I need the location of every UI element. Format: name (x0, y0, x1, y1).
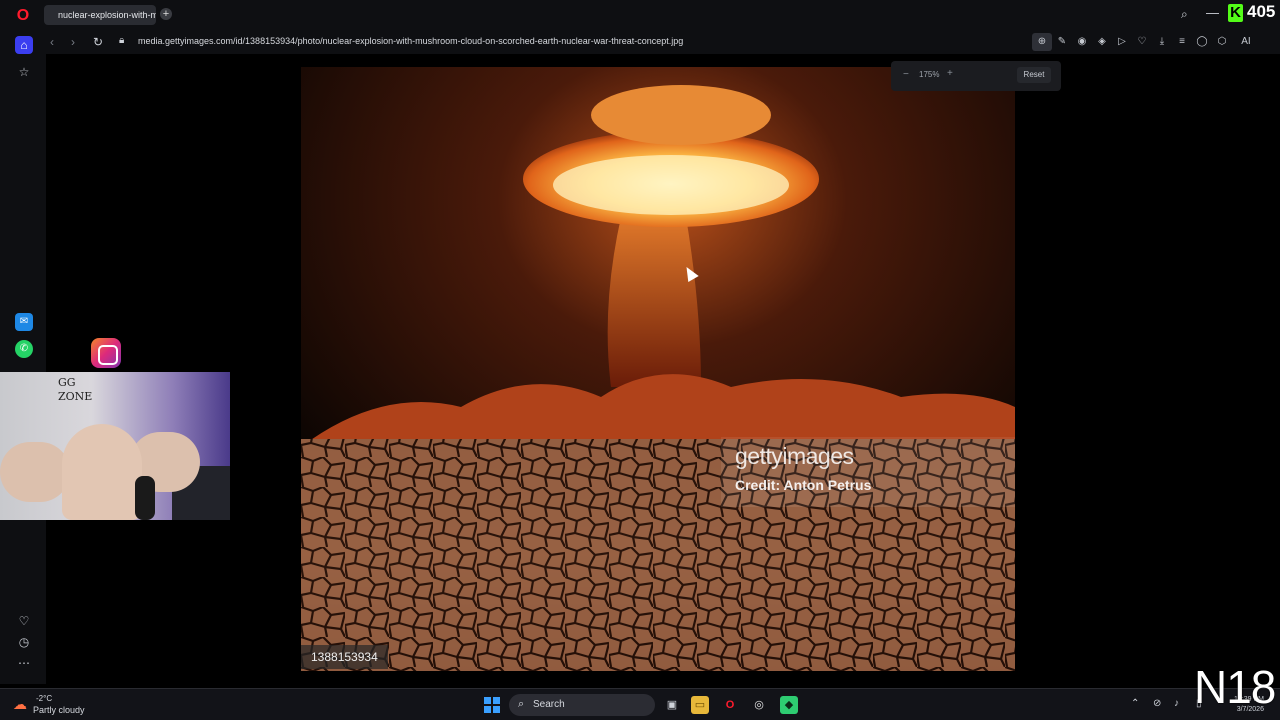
lock-icon[interactable]: 🔒︎ (119, 35, 124, 46)
download-icon[interactable]: ⤓ (1152, 33, 1172, 51)
streamer-arm-left (0, 442, 70, 502)
edit-icon[interactable]: ✎ (1052, 33, 1072, 51)
mic-icon[interactable]: ♪ (1174, 698, 1179, 709)
taskbar-search-label: Search (533, 699, 565, 710)
kick-viewer-count: 405 (1247, 2, 1276, 21)
opera-logo-icon[interactable]: O (14, 7, 32, 25)
app-icon[interactable]: ◆ (780, 696, 798, 714)
taskbar-search[interactable]: ⌕ Search (509, 694, 655, 716)
shield-icon[interactable]: ◈ (1092, 33, 1112, 51)
weather-desc: Partly cloudy (33, 705, 85, 715)
menu-icon[interactable]: ≡ (1172, 33, 1192, 51)
streamer-head (62, 424, 142, 520)
zoom-icon[interactable]: ⊕ (1032, 33, 1052, 51)
network-icon[interactable]: ⊘ (1153, 698, 1161, 709)
heart-icon[interactable]: ♡ (1132, 33, 1152, 51)
play-icon[interactable]: ▷ (1112, 33, 1132, 51)
forward-icon[interactable]: › (71, 35, 75, 49)
new-tab-button[interactable]: + (160, 8, 172, 20)
search-icon: ⌕ (518, 698, 525, 710)
zoom-reset-button[interactable]: Reset (1017, 67, 1051, 83)
home-icon[interactable]: ⌂ (15, 36, 33, 54)
webcam-overlay: GG ZONE (0, 372, 230, 520)
instagram-icon (91, 338, 121, 368)
toolbar-icons: ⊕ ✎ ◉ ◈ ▷ ♡ ⤓ ≡ ◯ ⬡ AI (1032, 33, 1260, 51)
search-tabs-icon[interactable]: ⌕ (1181, 7, 1188, 22)
pinboard-icon[interactable]: ☆ (15, 63, 33, 81)
tab-active[interactable]: nuclear-explosion-with-m (44, 5, 156, 25)
zoom-in-button[interactable]: + (947, 68, 953, 79)
address-bar: ‹ › ↻ 🔒︎ media.gettyimages.com/id/138815… (44, 30, 1280, 54)
getty-watermark: gettyimages (735, 443, 854, 469)
microphone (135, 476, 155, 520)
favorites-icon[interactable]: ♡ (15, 612, 33, 630)
weather-icon[interactable]: ☁ (13, 696, 27, 713)
zoom-popup: − 175% + Reset (891, 61, 1061, 91)
ai-button[interactable]: AI (1232, 33, 1260, 51)
windows-taskbar: ☁ -2°C Partly cloudy ⌕ Search ▣ ▭ O ◎ ◆ … (0, 688, 1280, 720)
wall-sign: GG ZONE (58, 376, 93, 403)
photo-credit: Credit: Anton Petrus (735, 477, 872, 493)
whatsapp-icon[interactable]: ✆ (15, 340, 33, 358)
url-field[interactable]: media.gettyimages.com/id/1388153934/phot… (138, 36, 683, 46)
tray-overflow-icon[interactable]: ⌃ (1131, 698, 1139, 709)
getty-photo[interactable]: gettyimages Credit: Anton Petrus 1388153… (301, 67, 1015, 671)
zoom-out-button[interactable]: − (903, 69, 909, 80)
windows-start-icon[interactable] (484, 697, 500, 713)
tab-bar: O nuclear-explosion-with-m + ⌕ — K 405 (0, 0, 1280, 30)
more-icon[interactable]: ⋯ (15, 654, 33, 672)
messenger-icon[interactable]: ✉ (15, 313, 33, 331)
obs-icon[interactable]: ◎ (750, 696, 768, 714)
minimize-icon[interactable]: — (1206, 5, 1219, 20)
weather-temp: -2°C (36, 694, 53, 703)
zoom-level: 175% (919, 70, 940, 79)
task-view-icon[interactable]: ▣ (663, 696, 681, 714)
reload-icon[interactable]: ↻ (93, 35, 103, 49)
file-explorer-icon[interactable]: ▭ (691, 696, 709, 714)
opera-taskbar-icon[interactable]: O (721, 696, 739, 714)
nuclear-explosion-image (301, 67, 1015, 671)
ai-label: AI (1241, 36, 1251, 47)
camera-icon[interactable]: ◉ (1072, 33, 1092, 51)
image-id-label: 1388153934 (301, 645, 388, 669)
history-icon[interactable]: ◷ (15, 633, 33, 651)
channel-logo: N18 (1194, 661, 1276, 713)
profile-icon[interactable]: ◯ (1192, 33, 1212, 51)
back-icon[interactable]: ‹ (50, 35, 54, 49)
extensions-icon[interactable]: ⬡ (1212, 33, 1232, 51)
browser-sidebar: ⌂ ☆ ✉ ✆ ♡ ◷ ⋯ (0, 30, 46, 684)
kick-logo-icon: K (1228, 4, 1243, 22)
